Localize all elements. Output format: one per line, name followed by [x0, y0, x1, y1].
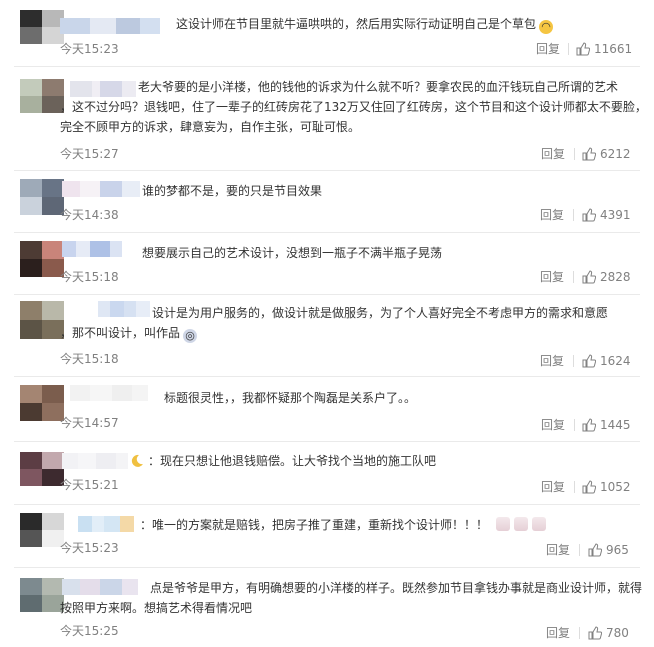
reply-button[interactable]: 回复: [546, 542, 570, 558]
comment-text: ：现在只想让他退钱赔偿。让大爷找个当地的施工队吧: [148, 454, 437, 468]
like-count: 1624: [600, 354, 631, 368]
avatar[interactable]: [20, 241, 64, 277]
rabbit-emoji-icon: [513, 517, 528, 531]
reply-button[interactable]: 回复: [540, 269, 564, 285]
comment-item: 这设计师在节目里就牛逼哄哄的，然后用实际行动证明自己是个草包 ◠ 今天15:23 …: [0, 0, 654, 68]
like-count: 1052: [600, 480, 631, 494]
reply-button[interactable]: 回复: [541, 146, 565, 162]
divider: [574, 419, 575, 431]
like-button[interactable]: 780: [588, 625, 629, 641]
screaming-face-icon: ◎: [183, 329, 198, 343]
thumbs-up-icon: [588, 543, 602, 557]
comment-item: 标题很灵性，，我都怀疑那个陶磊是关系户了。。 今天14:57 回复 1445: [0, 377, 654, 440]
rabbit-emoji-icon: [531, 517, 546, 531]
comment-time: 今天14:57: [60, 416, 119, 430]
divider: [574, 148, 575, 160]
username-blurred[interactable]: [62, 453, 128, 469]
comment-time: 今天15:23: [60, 42, 119, 56]
thumbs-up-icon: [582, 147, 596, 161]
avatar[interactable]: [20, 79, 64, 113]
like-count: 6212: [600, 147, 631, 161]
thumbs-up-icon: [582, 354, 596, 368]
comment-item: 老大爷要的是小洋楼，他的钱他的诉求为什么就不听？要拿农民的血汗钱玩自己所谓的艺术…: [0, 67, 654, 170]
avatar[interactable]: [20, 452, 64, 486]
avatar[interactable]: [20, 578, 64, 612]
thumbs-up-icon: [582, 480, 596, 494]
comment-text: 设计是为用户服务的，做设计就是做服务，为了个人喜好完全不考虑甲方的需求和意愿 ，…: [60, 306, 609, 343]
thumbs-up-icon: [582, 270, 596, 284]
comment-item: 设计是为用户服务的，做设计就是做服务，为了个人喜好完全不考虑甲方的需求和意愿 ，…: [0, 295, 654, 375]
thumbs-up-icon: [582, 208, 596, 222]
like-count: 4391: [600, 208, 631, 222]
like-count: 2828: [600, 270, 631, 284]
like-count: 965: [606, 543, 629, 557]
reply-button[interactable]: 回复: [536, 41, 560, 57]
comment-text: 这设计师在节目里就牛逼哄哄的，然后用实际行动证明自己是个草包 ◠: [176, 14, 554, 34]
avatar[interactable]: [20, 513, 64, 547]
like-button[interactable]: 4391: [582, 207, 631, 223]
like-button[interactable]: 1052: [582, 479, 631, 495]
like-button[interactable]: 1624: [582, 353, 631, 369]
comment-time: 今天15:21: [60, 478, 119, 492]
comment-item: ：现在只想让他退钱赔偿。让大爷找个当地的施工队吧 今天15:21 回复 1052: [0, 442, 654, 504]
comment-text: 老大爷要的是小洋楼，他的钱他的诉求为什么就不听？要拿农民的血汗钱玩自己所谓的艺术…: [60, 80, 647, 134]
like-button[interactable]: 965: [588, 542, 629, 558]
comment-text: 谁的梦都不是，要的只是节目效果: [142, 184, 323, 198]
comment-time: 今天15:25: [60, 624, 119, 638]
divider: [574, 481, 575, 493]
like-count: 1445: [600, 418, 631, 432]
like-button[interactable]: 2828: [582, 269, 631, 285]
rabbit-emoji-icon: [495, 517, 510, 531]
divider: [573, 355, 574, 367]
reply-button[interactable]: 回复: [540, 207, 564, 223]
username-blurred[interactable]: [60, 18, 160, 34]
avatar[interactable]: [20, 10, 64, 44]
like-button[interactable]: 11661: [576, 41, 632, 57]
comment-time: 今天15:23: [60, 541, 119, 555]
comment-time: 今天15:27: [60, 147, 119, 161]
thumbs-up-icon: [588, 626, 602, 640]
username-blurred[interactable]: [78, 516, 134, 532]
thumbs-up-icon: [582, 418, 596, 432]
comment-item: ：唯一的方案就是赔钱，把房子推了重建，重新找个设计师！！！ 今天15:23 回复…: [0, 505, 654, 567]
comment-text: ：唯一的方案就是赔钱，把房子推了重建，重新找个设计师！！！: [140, 515, 546, 535]
avatar[interactable]: [20, 301, 64, 339]
comment-text: 标题很灵性，，我都怀疑那个陶磊是关系户了。。: [164, 391, 417, 405]
thumbs-up-icon: [576, 42, 590, 56]
like-count: 11661: [594, 42, 633, 56]
username-blurred[interactable]: [70, 385, 148, 401]
surprised-face-icon: ◠: [539, 20, 554, 34]
divider: [579, 544, 580, 556]
username-blurred[interactable]: [62, 181, 140, 197]
avatar[interactable]: [20, 385, 64, 421]
divider: [568, 43, 569, 55]
divider: [573, 209, 574, 221]
comment-time: 今天15:18: [60, 270, 119, 284]
comment-item: 点是爷爷是甲方，有明确想要的小洋楼的样子。既然参加节目拿钱办事就是商业设计师，就…: [0, 568, 654, 647]
reply-button[interactable]: 回复: [541, 417, 565, 433]
like-count: 780: [606, 626, 629, 640]
comment-item: 谁的梦都不是，要的只是节目效果 今天14:38 回复 4391: [0, 171, 654, 231]
comment-time: 今天14:38: [60, 208, 119, 222]
reply-button[interactable]: 回复: [546, 625, 570, 641]
username-blurred[interactable]: [62, 241, 122, 257]
divider: [573, 271, 574, 283]
comment-item: 想要展示自己的艺术设计，没想到一瓶子不满半瓶子晃荡 今天15:18 回复 282…: [0, 233, 654, 293]
like-button[interactable]: 1445: [582, 417, 631, 433]
comment-text: 想要展示自己的艺术设计，没想到一瓶子不满半瓶子晃荡: [142, 246, 443, 260]
avatar[interactable]: [20, 179, 64, 215]
like-button[interactable]: 6212: [582, 146, 631, 162]
reply-button[interactable]: 回复: [540, 353, 564, 369]
comment-time: 今天15:18: [60, 352, 119, 366]
comment-text: 点是爷爷是甲方，有明确想要的小洋楼的样子。既然参加节目拿钱办事就是商业设计师，就…: [60, 581, 643, 615]
divider: [579, 627, 580, 639]
reply-button[interactable]: 回复: [541, 479, 565, 495]
moon-icon: [131, 454, 143, 467]
